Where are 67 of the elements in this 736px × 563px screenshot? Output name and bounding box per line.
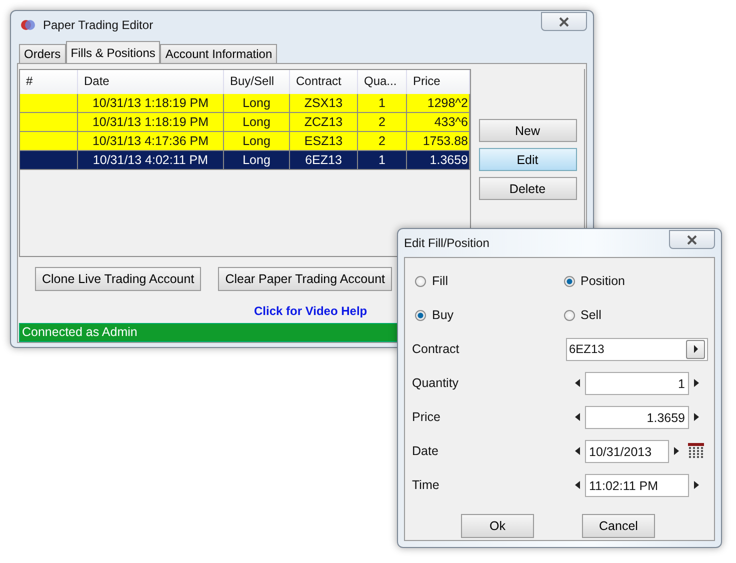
action-button[interactable]: Edit (478, 148, 576, 171)
field-label: Contract (411, 342, 460, 356)
increase-arrow-icon[interactable] (694, 481, 699, 489)
action-button[interactable]: Delete (478, 177, 576, 200)
radio-option[interactable]: Fill (411, 274, 560, 288)
increase-arrow-icon[interactable] (674, 447, 679, 455)
dialog-title: Edit Fill/Position (404, 236, 490, 250)
table-cell: 1298^2 (427, 96, 468, 110)
contract-dropdown[interactable]: 6EZ13 (566, 338, 708, 360)
account-button[interactable]: Clone Live Trading Account (35, 267, 202, 291)
table-cell: 1.3659 (430, 153, 468, 167)
increase-arrow-icon[interactable] (694, 379, 699, 387)
table-cell: 1753.88 (422, 134, 468, 148)
decrease-arrow-icon[interactable] (575, 481, 580, 489)
dialog-button[interactable]: Ok (461, 514, 534, 538)
time-field[interactable]: 11:02:11 PM (585, 474, 689, 496)
table-cell: Long (242, 96, 270, 110)
table-cell: Long (242, 153, 270, 167)
date-field[interactable]: 10/31/2013 (585, 440, 669, 462)
action-button[interactable]: New (478, 119, 576, 142)
tab[interactable]: Account Information (160, 44, 278, 63)
table-cell: 10/31/13 1:18:19 PM (92, 115, 209, 129)
close-icon (558, 16, 570, 26)
table-cell: ZCZ13 (304, 115, 343, 129)
decrease-arrow-icon[interactable] (575, 413, 580, 421)
radio-option[interactable]: Sell (560, 308, 708, 322)
table-cell: 1 (378, 96, 386, 110)
decrease-arrow-icon[interactable] (575, 379, 580, 387)
field-label: Time (411, 478, 440, 492)
table-cell: Long (242, 134, 270, 148)
table-row[interactable]: 10/31/13 4:02:11 PM Long 6EZ13 1 1.3659 (20, 151, 470, 170)
account-button[interactable]: Clear Paper Trading Account (218, 267, 392, 291)
table-cell: Long (242, 115, 270, 129)
close-button[interactable] (669, 230, 715, 249)
window-title: Paper Trading Editor (43, 18, 154, 32)
field-label: Quantity (411, 376, 460, 390)
close-icon (686, 234, 698, 244)
table-cell: 10/31/13 4:02:11 PM (92, 153, 208, 167)
table-cell: ZSX13 (304, 96, 343, 110)
field-label: Date (411, 444, 440, 458)
table-cell: 2 (378, 115, 386, 129)
decrease-arrow-icon[interactable] (575, 447, 580, 455)
number-field[interactable]: 1.3659 (585, 406, 689, 428)
table-cell: 433^6 (434, 115, 468, 129)
close-button[interactable] (541, 12, 587, 31)
dialog-button[interactable]: Cancel (582, 514, 655, 538)
table-row[interactable]: 10/31/13 1:18:19 PM Long ZCZ13 2 433^6 (20, 113, 470, 132)
table-row[interactable]: 10/31/13 1:18:19 PM Long ZSX13 1 1298^2 (20, 94, 470, 113)
status-text: Connected as Admin (22, 325, 138, 339)
radio-option[interactable]: Position (560, 274, 708, 288)
video-help-link[interactable]: Click for Video Help (254, 304, 368, 318)
tab[interactable]: Fills & Positions (66, 41, 160, 63)
tab[interactable]: Orders (19, 44, 66, 63)
table-cell: 1 (378, 153, 386, 167)
calendar-icon[interactable] (688, 443, 704, 459)
app-icon (21, 19, 35, 31)
table-cell: 2 (378, 134, 386, 148)
table-cell: ESZ13 (304, 134, 343, 148)
table-row[interactable]: 10/31/13 4:17:36 PM Long ESZ13 2 1753.88 (20, 132, 470, 151)
field-label: Price (411, 410, 442, 424)
table-cell: 10/31/13 1:18:19 PM (92, 96, 209, 110)
caret-icon (692, 345, 698, 353)
number-field[interactable]: 1 (585, 372, 689, 394)
table-cell: 6EZ13 (305, 153, 342, 167)
radio-option[interactable]: Buy (411, 308, 560, 322)
increase-arrow-icon[interactable] (694, 413, 699, 421)
table-cell: 10/31/13 4:17:36 PM (92, 134, 209, 148)
